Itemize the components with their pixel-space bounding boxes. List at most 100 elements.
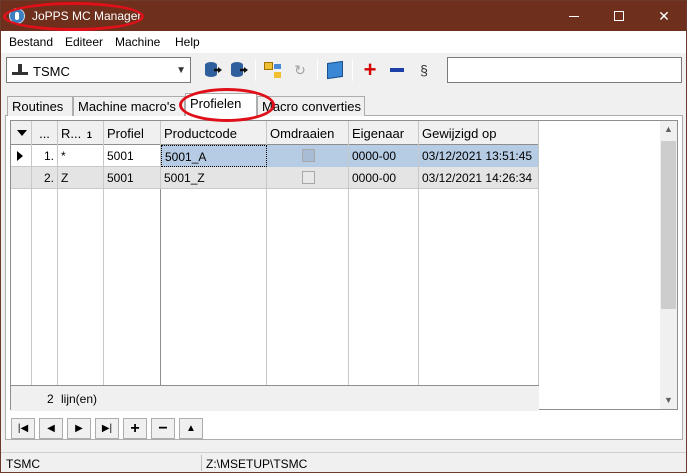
cell-gewijzigd[interactable]: 03/12/2021 13:51:45 xyxy=(419,145,539,167)
import-db-button[interactable] xyxy=(226,58,250,82)
last-record-button[interactable]: ▶| xyxy=(95,418,119,439)
cell-omdraaien[interactable] xyxy=(267,145,349,167)
cell-eigenaar[interactable]: 0000-00 xyxy=(349,167,419,189)
maximize-icon xyxy=(614,11,624,21)
column-divider xyxy=(348,189,349,385)
package-button[interactable] xyxy=(323,58,347,82)
insert-record-button[interactable]: + xyxy=(123,418,147,439)
tab-machine-macros[interactable]: Machine macro's xyxy=(73,96,185,116)
hook-icon: § xyxy=(420,62,428,78)
cube-icon xyxy=(327,60,343,80)
plus-icon: + xyxy=(130,419,140,437)
table-row[interactable]: 2. Z 5001 5001_Z 0000-00 03/12/2021 14:2… xyxy=(11,167,539,189)
current-row-icon xyxy=(17,151,23,161)
column-divider xyxy=(266,189,267,385)
link-button[interactable]: § xyxy=(412,58,436,82)
redo-icon: ↻ xyxy=(294,61,306,78)
status-machine: TSMC xyxy=(6,457,40,471)
status-path: Z:\MSETUP\TSMC xyxy=(206,457,308,471)
column-divider xyxy=(57,189,58,385)
add-button[interactable]: + xyxy=(358,58,382,82)
column-selector[interactable] xyxy=(11,121,32,145)
scroll-thumb[interactable] xyxy=(661,141,676,309)
cell-nr: 2. xyxy=(32,167,58,189)
menu-editeer[interactable]: Editeer xyxy=(65,35,103,49)
toolbar-separator xyxy=(352,59,353,81)
menu-bar: Bestand Editeer Machine Help xyxy=(1,31,686,53)
prev-record-button[interactable]: ◀ xyxy=(39,418,63,439)
cell-profiel[interactable]: 5001 xyxy=(104,167,161,189)
tab-strip: Routines Machine macro's Profielen Macro… xyxy=(5,93,683,116)
column-header-r[interactable]: R... 1 xyxy=(58,121,104,145)
tab-routines[interactable]: Routines xyxy=(7,96,73,116)
sort-order-badge: 1 xyxy=(86,130,92,140)
title-bar[interactable]: JoPPS MC Manager ✕ xyxy=(1,1,686,31)
tree-icon xyxy=(264,62,282,78)
chevron-down-icon: ▼ xyxy=(176,65,186,76)
cell-profiel[interactable]: 5001 xyxy=(104,145,161,167)
maximize-button[interactable] xyxy=(596,1,642,31)
cell-gewijzigd[interactable]: 03/12/2021 14:26:34 xyxy=(419,167,539,189)
grid-footer: 2 lijn(en) xyxy=(11,385,539,411)
minimize-button[interactable] xyxy=(551,1,597,31)
plus-icon: + xyxy=(363,57,377,82)
cell-omdraaien[interactable] xyxy=(267,167,349,189)
toolbar-separator xyxy=(317,59,318,81)
omdraaien-checkbox[interactable] xyxy=(302,149,315,162)
menu-help[interactable]: Help xyxy=(175,35,200,49)
menu-machine[interactable]: Machine xyxy=(115,35,160,49)
column-header-r-label: R... xyxy=(61,126,82,141)
minus-icon: − xyxy=(158,419,168,437)
minus-icon xyxy=(390,68,404,72)
column-header-productcode[interactable]: Productcode xyxy=(161,121,267,145)
cell-productcode[interactable]: 5001_A xyxy=(161,145,267,167)
database-import-icon xyxy=(231,62,245,78)
cell-nr: 1. xyxy=(32,145,58,167)
prev-icon: ◀ xyxy=(47,423,55,434)
toolbar: TSMC ▼ ↻ + § xyxy=(1,53,686,87)
menu-bestand[interactable]: Bestand xyxy=(9,35,53,49)
next-icon: ▶ xyxy=(75,423,83,434)
tree-button[interactable] xyxy=(261,58,285,82)
status-divider xyxy=(201,455,202,471)
database-export-icon xyxy=(205,62,219,78)
row-indicator-cell xyxy=(11,145,32,167)
scroll-up-icon[interactable]: ▲ xyxy=(660,121,677,138)
row-indicator-cell xyxy=(11,167,32,189)
tab-highlight-annotation xyxy=(179,88,275,122)
close-button[interactable]: ✕ xyxy=(641,1,687,31)
cell-productcode[interactable]: 5001_Z xyxy=(161,167,267,189)
first-record-button[interactable]: |◀ xyxy=(11,418,35,439)
cell-r[interactable]: Z xyxy=(58,167,104,189)
column-header-omdraaien[interactable]: Omdraaien xyxy=(267,121,349,145)
export-db-button[interactable] xyxy=(200,58,224,82)
delete-record-button[interactable]: − xyxy=(151,418,175,439)
scroll-down-icon[interactable]: ▼ xyxy=(660,392,677,409)
next-record-button[interactable]: ▶ xyxy=(67,418,91,439)
profiles-grid[interactable]: ... R... 1 Profiel Productcode Omdraaien… xyxy=(10,120,678,411)
column-header-gewijzigd[interactable]: Gewijzigd op xyxy=(419,121,539,145)
remove-button[interactable] xyxy=(385,58,409,82)
toolbar-separator xyxy=(255,59,256,81)
row-count: 2 xyxy=(47,392,54,406)
last-icon: ▶| xyxy=(101,423,113,434)
app-window: JoPPS MC Manager ✕ Bestand Editeer Machi… xyxy=(0,0,687,473)
column-header-nr[interactable]: ... xyxy=(32,121,58,145)
search-input[interactable] xyxy=(447,57,682,83)
cell-r[interactable]: * xyxy=(58,145,104,167)
vertical-scrollbar[interactable]: ▲ ▼ xyxy=(660,121,677,409)
column-divider xyxy=(418,189,419,385)
cell-eigenaar[interactable]: 0000-00 xyxy=(349,145,419,167)
column-header-profiel[interactable]: Profiel xyxy=(104,121,161,145)
omdraaien-checkbox[interactable] xyxy=(302,171,315,184)
status-bar: TSMC Z:\MSETUP\TSMC xyxy=(1,452,686,472)
table-row[interactable]: 1. * 5001 5001_A 0000-00 03/12/2021 13:5… xyxy=(11,145,539,167)
redo-button[interactable]: ↻ xyxy=(288,58,312,82)
row-count-label: lijn(en) xyxy=(61,392,98,406)
machine-icon xyxy=(11,62,29,78)
column-header-eigenaar[interactable]: Eigenaar xyxy=(349,121,419,145)
machine-select-value: TSMC xyxy=(33,64,70,79)
edit-record-button[interactable]: ▲ xyxy=(179,418,203,439)
machine-select[interactable]: TSMC ▼ xyxy=(6,57,191,83)
minimize-icon xyxy=(569,15,579,17)
